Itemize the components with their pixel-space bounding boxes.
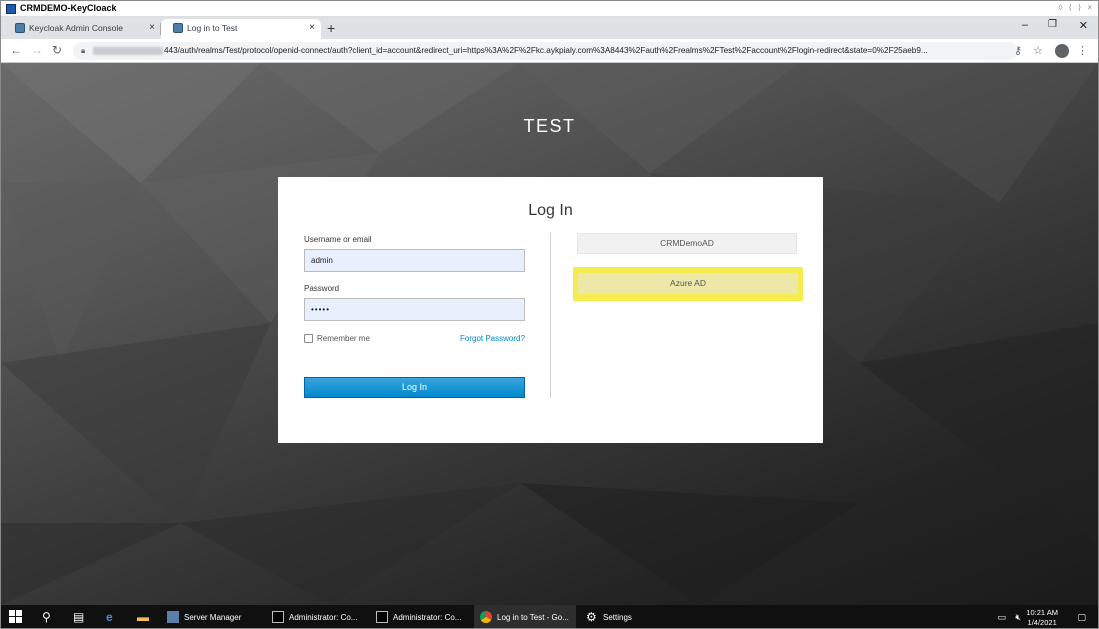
url-text: 443/auth/realms/Test/protocol/openid-con…: [164, 46, 928, 55]
taskbar-item-label: Log in to Test - Go...: [497, 613, 569, 622]
keycloak-favicon-icon: [173, 23, 183, 33]
browser-tab-strip: Keycloak Admin Console × Log in to Test …: [1, 17, 1098, 39]
taskbar-item-settings[interactable]: ⚙ Settings: [580, 605, 680, 628]
window-title-bar: CRMDEMO-KeyCloack ◊ ⟨ ⟩ ×: [1, 1, 1098, 17]
minimize-button[interactable]: –: [1022, 19, 1028, 31]
internet-explorer-icon[interactable]: e: [106, 609, 113, 625]
pin-controls[interactable]: ◊ ⟨ ⟩ ×: [1058, 3, 1094, 12]
maximize-button[interactable]: ❐: [1048, 19, 1057, 30]
browser-menu-icon[interactable]: ⋮: [1077, 44, 1088, 58]
remember-me-label: Remember me: [317, 334, 370, 343]
command-prompt-icon: [376, 611, 388, 623]
username-input[interactable]: admin: [304, 249, 525, 272]
login-heading: Log In: [528, 202, 573, 219]
keycloak-favicon-icon: [15, 23, 25, 33]
new-tab-button[interactable]: +: [327, 20, 335, 36]
taskbar-item-server-manager[interactable]: Server Manager: [161, 605, 261, 628]
file-explorer-icon[interactable]: ▬: [137, 609, 149, 625]
tab-label: Log in to Test: [187, 23, 238, 33]
windows-start-icon[interactable]: [9, 610, 23, 624]
taskbar-item-label: Server Manager: [184, 613, 242, 622]
vertical-divider: [550, 233, 551, 398]
remember-me-option[interactable]: Remember me: [304, 334, 370, 344]
tab-label: Keycloak Admin Console: [29, 23, 124, 33]
task-view-icon[interactable]: ▤: [73, 609, 84, 625]
realm-title: TEST: [523, 116, 576, 136]
taskbar-item-label: Administrator: Co...: [289, 613, 358, 622]
bookmark-star-icon[interactable]: ☆: [1033, 44, 1043, 58]
username-label: Username or email: [304, 235, 372, 244]
taskbar-item-admin-console-1[interactable]: Administrator: Co...: [266, 605, 366, 628]
windows-taskbar: ⚲ ▤ e ▬ Server Manager Administrator: Co…: [1, 605, 1098, 628]
taskbar-item-label: Settings: [603, 613, 632, 622]
reload-button[interactable]: ↻: [52, 43, 62, 57]
tab-close-icon[interactable]: ×: [149, 19, 155, 37]
profile-avatar-icon[interactable]: [1055, 44, 1069, 58]
tab-keycloak-admin-console[interactable]: Keycloak Admin Console ×: [3, 19, 161, 39]
network-icon[interactable]: ▭: [997, 611, 1006, 623]
volume-muted-icon[interactable]: 🔇︎: [1015, 611, 1021, 623]
taskbar-item-chrome[interactable]: Log in to Test - Go...: [474, 605, 576, 628]
taskbar-clock[interactable]: 10:21 AM 1/4/2021: [1026, 608, 1058, 628]
back-button[interactable]: ←: [10, 43, 22, 57]
address-bar[interactable]: 🔒︎ 443/auth/realms/Test/protocol/openid-…: [73, 42, 1018, 60]
taskbar-item-label: Administrator: Co...: [393, 613, 462, 622]
settings-gear-icon: ⚙: [586, 610, 597, 624]
command-prompt-icon: [272, 611, 284, 623]
server-manager-icon: [167, 611, 179, 623]
taskbar-item-admin-console-2[interactable]: Administrator: Co...: [370, 605, 470, 628]
close-window-button[interactable]: ✕: [1079, 19, 1088, 32]
lock-icon: 🔒︎: [81, 46, 86, 55]
notifications-icon[interactable]: ▢: [1077, 611, 1086, 623]
password-label: Password: [304, 284, 340, 293]
login-button[interactable]: Log In: [304, 377, 525, 398]
remote-desktop-icon: [6, 4, 16, 14]
chrome-icon: [480, 611, 492, 623]
search-icon[interactable]: ⚲: [42, 609, 51, 625]
tab-close-icon[interactable]: ×: [309, 19, 315, 37]
remember-me-checkbox[interactable]: [304, 334, 313, 344]
clock-date: 1/4/2021: [1027, 618, 1057, 627]
key-icon[interactable]: ⚷: [1014, 44, 1022, 58]
window-title: CRMDEMO-KeyCloack: [20, 3, 117, 13]
highlight-box: Azure AD: [573, 267, 803, 301]
remote-desktop-frame: CRMDEMO-KeyCloack ◊ ⟨ ⟩ × Keycloak Admin…: [0, 0, 1099, 629]
page-viewport: TEST Log In Username or email admin Pass…: [1, 63, 1098, 605]
browser-toolbar: ← → ↻ 🔒︎ 443/auth/realms/Test/protocol/o…: [1, 39, 1098, 63]
tab-log-in-to-test[interactable]: Log in to Test ×: [161, 19, 321, 39]
redacted-host: [93, 46, 163, 55]
forward-button[interactable]: →: [31, 43, 43, 57]
password-input[interactable]: •••••: [304, 298, 525, 321]
idp-button-azure-ad[interactable]: Azure AD: [578, 273, 798, 294]
login-card: Log In Username or email admin Password …: [278, 177, 823, 443]
idp-button-crmdemoad[interactable]: CRMDemoAD: [577, 233, 797, 254]
forgot-password-link[interactable]: Forgot Password?: [460, 334, 525, 344]
clock-time: 10:21 AM: [1026, 608, 1058, 617]
